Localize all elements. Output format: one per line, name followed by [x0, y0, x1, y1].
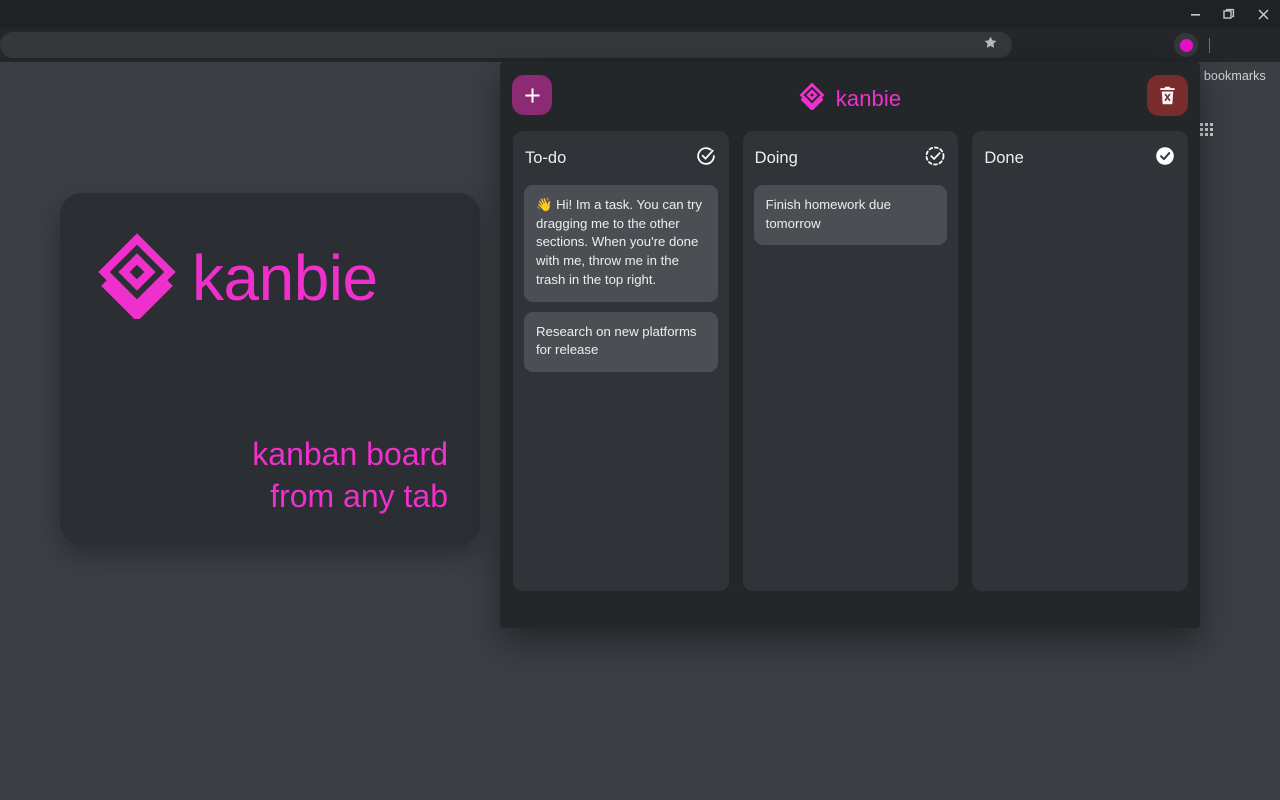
column-title: Doing — [755, 149, 798, 168]
promo-wordmark: kanbie — [192, 246, 378, 310]
window-minimize-button[interactable] — [1178, 0, 1212, 28]
column-to-do[interactable]: To-do 👋 Hi! Im a task. You can try dragg… — [513, 131, 729, 591]
promo-card: kanbie kanban board from any tab — [60, 193, 480, 545]
card-list: 👋 Hi! Im a task. You can try dragging me… — [524, 185, 718, 372]
apps-grid-icon[interactable] — [1200, 123, 1214, 137]
column-header: Done — [983, 143, 1177, 173]
column-done[interactable]: Done — [972, 131, 1188, 591]
kanbie-layers-logo — [96, 231, 178, 324]
panel-header: kanbie — [500, 62, 1200, 131]
bookmarks-bar-label: r bookmarks — [1196, 69, 1266, 83]
promo-brand: kanbie — [96, 231, 378, 324]
check-circle-outline-icon — [695, 145, 717, 172]
kanbie-layers-logo — [799, 82, 825, 115]
browser-titlebar — [0, 0, 1280, 28]
promo-tagline-line1: kanban board — [252, 433, 448, 475]
check-circle-dashed-icon — [924, 145, 946, 172]
window-close-button[interactable] — [1246, 0, 1280, 28]
task-card[interactable]: Research on new platforms for release — [524, 312, 718, 372]
task-card[interactable]: 👋 Hi! Im a task. You can try dragging me… — [524, 185, 718, 302]
trash-icon — [1157, 85, 1178, 106]
address-bar[interactable] — [0, 32, 1012, 58]
plus-icon — [523, 86, 542, 105]
promo-tagline-line2: from any tab — [252, 475, 448, 517]
card-list: Finish homework due tomorrow — [754, 185, 948, 245]
panel-title: kanbie — [836, 86, 901, 112]
window-maximize-button[interactable] — [1212, 0, 1246, 28]
kanbie-extension-dot — [1180, 39, 1193, 52]
star-icon[interactable] — [983, 35, 998, 55]
kanbie-popup-panel: kanbie To-do 👋 Hi! Im — [500, 62, 1200, 628]
panel-brand: kanbie — [500, 82, 1200, 115]
promo-tagline: kanban board from any tab — [252, 433, 448, 517]
browser-toolbar — [0, 28, 1280, 62]
column-doing[interactable]: Doing Finish homework due tomorrow — [743, 131, 959, 591]
kanbie-extension-icon[interactable] — [1174, 33, 1198, 57]
kanban-board: To-do 👋 Hi! Im a task. You can try dragg… — [513, 131, 1188, 628]
column-title: Done — [984, 149, 1023, 168]
column-header: To-do — [524, 143, 718, 173]
trash-delete-icon[interactable] — [1147, 75, 1188, 116]
column-title: To-do — [525, 149, 566, 168]
task-card[interactable]: Finish homework due tomorrow — [754, 185, 948, 245]
check-circle-filled-icon — [1154, 145, 1176, 172]
add-task-button[interactable] — [512, 75, 552, 115]
column-header: Doing — [754, 143, 948, 173]
toolbar-divider — [1209, 38, 1210, 53]
